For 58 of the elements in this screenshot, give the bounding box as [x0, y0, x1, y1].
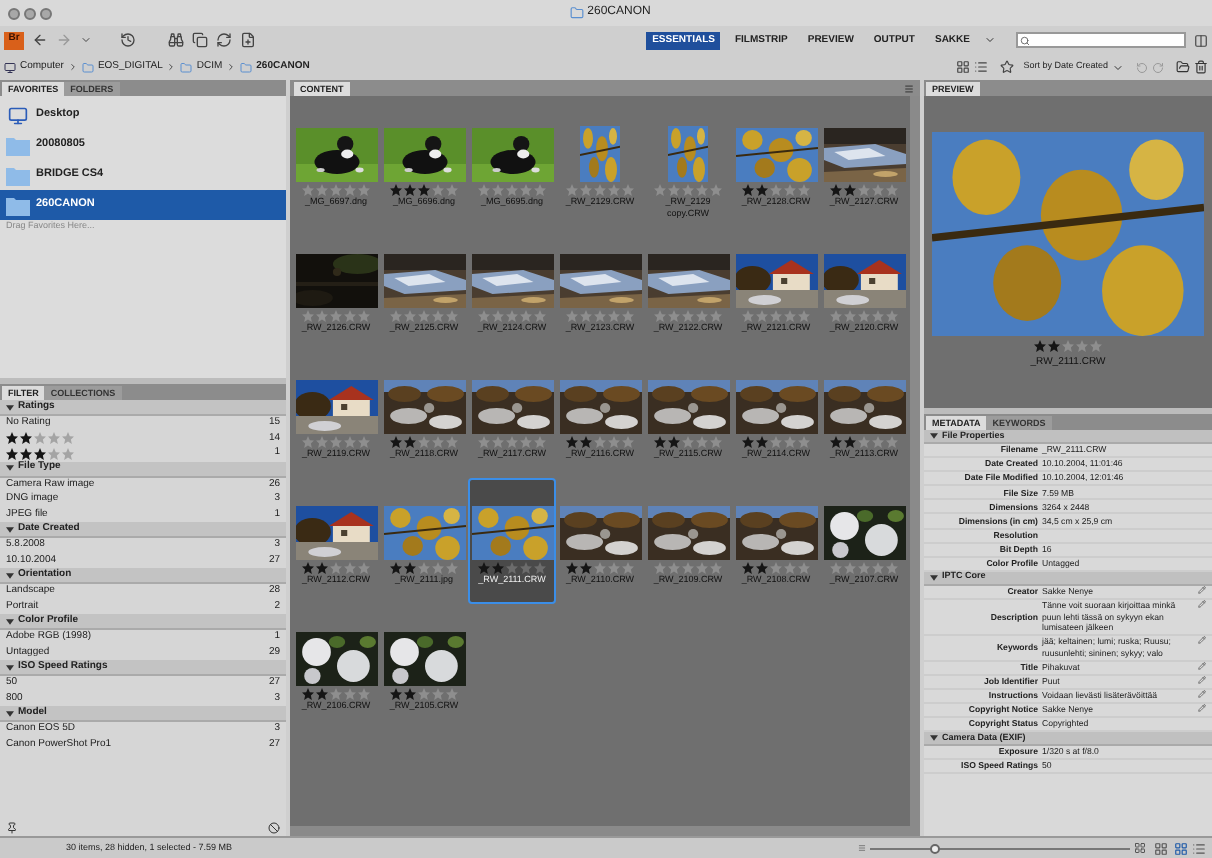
details-view-icon[interactable] — [1174, 841, 1188, 855]
chevron-icon — [226, 62, 237, 72]
pin-icon[interactable] — [6, 822, 18, 834]
folder-icon — [569, 6, 584, 20]
pencil-icon[interactable] — [1198, 690, 1206, 699]
disclosure-triangle-icon[interactable] — [930, 734, 938, 743]
folder-icon[interactable] — [1176, 60, 1190, 74]
new-file-icon[interactable] — [240, 32, 256, 48]
caret-icon[interactable] — [80, 34, 92, 46]
refresh-icon[interactable] — [216, 32, 232, 48]
panel-icon[interactable] — [1194, 33, 1208, 47]
computer-icon — [4, 61, 16, 73]
folder-icon — [6, 135, 30, 155]
disclosure-triangle-icon[interactable] — [6, 571, 14, 579]
folder-icon — [81, 61, 94, 73]
disclosure-triangle-icon[interactable] — [6, 525, 14, 533]
list-icon[interactable] — [973, 60, 988, 74]
forward-icon[interactable] — [56, 32, 72, 48]
pencil-icon[interactable] — [1198, 676, 1206, 685]
grid-view-icon[interactable] — [1154, 841, 1168, 855]
panel-menu-icon[interactable] — [904, 83, 914, 93]
search-field[interactable] — [1016, 32, 1186, 48]
large-thumbnail-icon[interactable] — [1134, 842, 1146, 854]
rotate-right-icon[interactable] — [1152, 61, 1164, 73]
clear-filter-icon[interactable] — [268, 822, 280, 834]
pencil-icon[interactable] — [1198, 704, 1206, 713]
star-icon[interactable] — [999, 60, 1014, 74]
grid-icon[interactable] — [955, 60, 970, 74]
disclosure-triangle-icon[interactable] — [6, 464, 14, 472]
disclosure-triangle-icon[interactable] — [6, 617, 14, 625]
history-icon[interactable] — [120, 32, 136, 48]
disclosure-triangle-icon[interactable] — [6, 403, 14, 411]
rotate-left-icon[interactable] — [1136, 61, 1148, 73]
chevron-icon — [166, 62, 177, 72]
disclosure-triangle-icon[interactable] — [6, 663, 14, 671]
scrollbar[interactable] — [290, 826, 920, 836]
slider-thumb[interactable] — [930, 843, 940, 853]
chevron-icon — [67, 62, 78, 72]
pencil-icon[interactable] — [1198, 661, 1206, 670]
search-icon — [1020, 35, 1030, 45]
folder-icon — [240, 61, 253, 73]
back-icon[interactable] — [32, 32, 48, 48]
folder-icon — [6, 165, 30, 185]
desktop-icon — [6, 105, 30, 125]
trash-icon[interactable] — [1194, 60, 1208, 74]
caret-icon[interactable] — [1112, 61, 1124, 73]
binoculars-icon[interactable] — [168, 32, 184, 48]
list-view-icon[interactable] — [1192, 841, 1206, 855]
disclosure-triangle-icon[interactable] — [930, 573, 938, 582]
folder-icon — [180, 61, 193, 73]
caret-icon[interactable] — [984, 34, 996, 46]
pencil-icon[interactable] — [1198, 636, 1206, 645]
disclosure-triangle-icon[interactable] — [6, 709, 14, 717]
pencil-icon[interactable] — [1198, 586, 1206, 595]
copy-icon[interactable] — [192, 32, 208, 48]
folder-icon — [6, 195, 30, 215]
disclosure-triangle-icon[interactable] — [930, 432, 938, 440]
pencil-icon[interactable] — [1198, 600, 1206, 609]
